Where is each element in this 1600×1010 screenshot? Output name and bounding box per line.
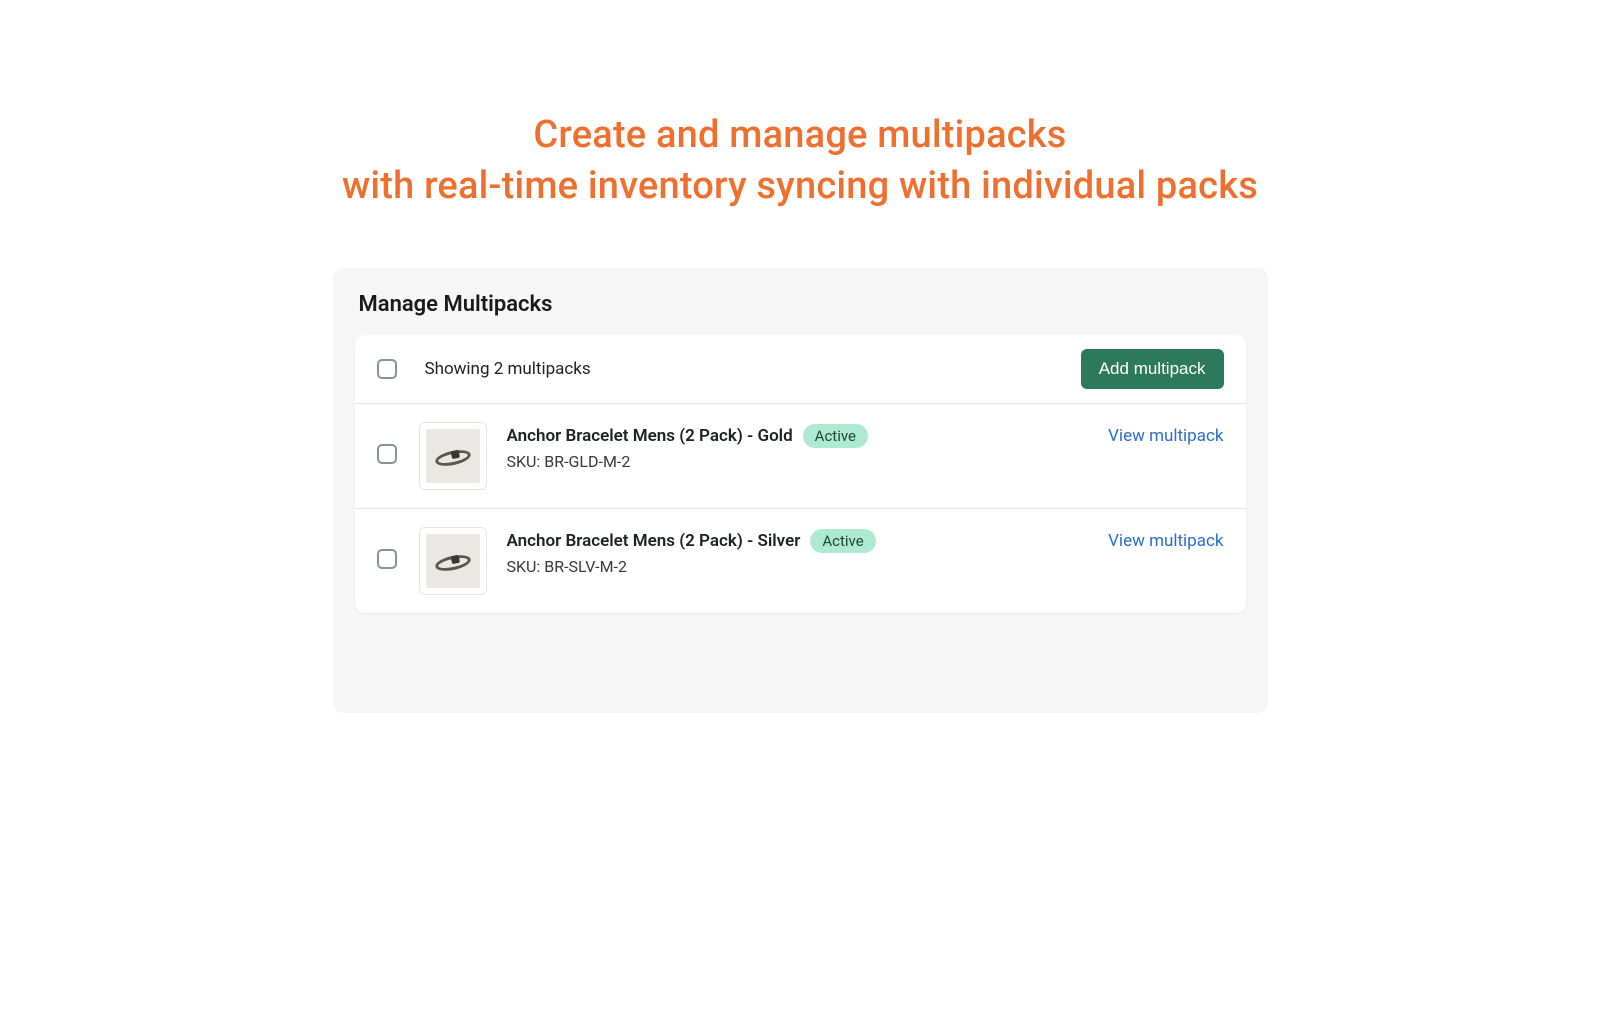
hero-heading: Create and manage multipacks with real-t…: [0, 110, 1600, 213]
view-multipack-link[interactable]: View multipack: [1108, 422, 1223, 446]
row-content: Anchor Bracelet Mens (2 Pack) - Gold Act…: [507, 422, 1109, 471]
table-row: Anchor Bracelet Mens (2 Pack) - Silver A…: [355, 509, 1246, 613]
title-line: Anchor Bracelet Mens (2 Pack) - Gold Act…: [507, 424, 1109, 448]
product-sku: SKU: BR-GLD-M-2: [507, 452, 1109, 471]
row-checkbox[interactable]: [377, 444, 397, 464]
table-row: Anchor Bracelet Mens (2 Pack) - Gold Act…: [355, 404, 1246, 509]
title-line: Anchor Bracelet Mens (2 Pack) - Silver A…: [507, 529, 1109, 553]
showing-count-text: Showing 2 multipacks: [425, 359, 1081, 379]
hero-line-2: with real-time inventory syncing with in…: [0, 161, 1600, 212]
product-thumbnail: [419, 422, 487, 490]
product-thumbnail: [419, 527, 487, 595]
row-content: Anchor Bracelet Mens (2 Pack) - Silver A…: [507, 527, 1109, 576]
add-multipack-button[interactable]: Add multipack: [1081, 349, 1224, 389]
card-header-row: Showing 2 multipacks Add multipack: [355, 335, 1246, 404]
hero-line-1: Create and manage multipacks: [0, 110, 1600, 161]
multipacks-panel: Manage Multipacks Showing 2 multipacks A…: [333, 268, 1268, 713]
status-badge: Active: [810, 529, 875, 553]
product-title: Anchor Bracelet Mens (2 Pack) - Gold: [507, 426, 793, 446]
view-multipack-link[interactable]: View multipack: [1108, 527, 1223, 551]
select-all-checkbox[interactable]: [377, 359, 397, 379]
row-checkbox[interactable]: [377, 549, 397, 569]
product-title: Anchor Bracelet Mens (2 Pack) - Silver: [507, 531, 801, 551]
multipacks-card: Showing 2 multipacks Add multipack Ancho…: [355, 335, 1246, 613]
product-sku: SKU: BR-SLV-M-2: [507, 557, 1109, 576]
panel-title: Manage Multipacks: [359, 292, 1246, 317]
status-badge: Active: [803, 424, 868, 448]
